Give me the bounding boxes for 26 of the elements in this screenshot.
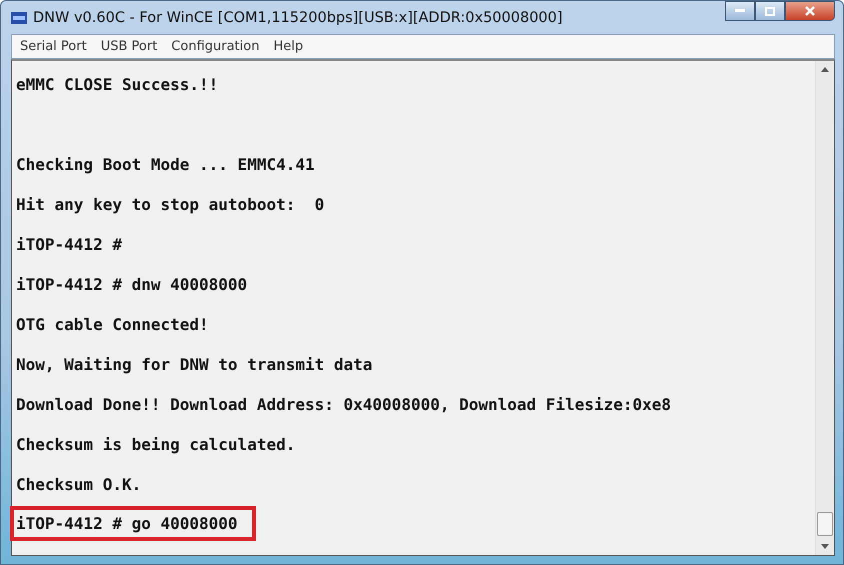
minimize-icon bbox=[735, 9, 745, 13]
menu-item[interactable]: Serial Port bbox=[20, 39, 87, 54]
console-line: Checking Boot Mode ... EMMC4.41 bbox=[16, 154, 315, 175]
window-title: DNW v0.60C - For WinCE [COM1,115200bps][USB:x][ADDR:0x50008000] bbox=[33, 10, 563, 26]
menu-item[interactable]: Configuration bbox=[171, 39, 260, 54]
minimize-button[interactable] bbox=[725, 1, 755, 21]
console-line: eMMC CLOSE Success.!! bbox=[16, 74, 218, 95]
app-icon bbox=[11, 12, 27, 24]
console-line: iTOP-4412 # bbox=[16, 234, 122, 255]
menu-item[interactable]: USB Port bbox=[100, 39, 158, 54]
close-button[interactable] bbox=[785, 1, 835, 21]
console-line: Checksum O.K. bbox=[16, 474, 142, 495]
console-line: Now, Waiting for DNW to transmit data bbox=[16, 354, 372, 375]
console-line: OTG cable Connected! bbox=[16, 314, 209, 335]
scrollbar[interactable] bbox=[815, 61, 834, 555]
scroll-down-icon[interactable] bbox=[821, 544, 829, 549]
console-line: Checksum is being calculated. bbox=[16, 434, 296, 455]
console-line: Download Done!! Download Address: 0x40008000, Download Filesize:0xe8 bbox=[16, 394, 672, 415]
maximize-icon bbox=[765, 6, 775, 16]
menu-item[interactable]: Help bbox=[273, 39, 304, 54]
maximize-button[interactable] bbox=[755, 1, 785, 21]
console-line: Hit any key to stop autoboot: 0 bbox=[16, 194, 324, 215]
console-line: iTOP-4412 # dnw 40008000 bbox=[16, 274, 248, 295]
close-icon bbox=[805, 6, 815, 16]
scroll-up-icon[interactable] bbox=[821, 67, 829, 72]
scroll-thumb[interactable] bbox=[817, 512, 833, 536]
